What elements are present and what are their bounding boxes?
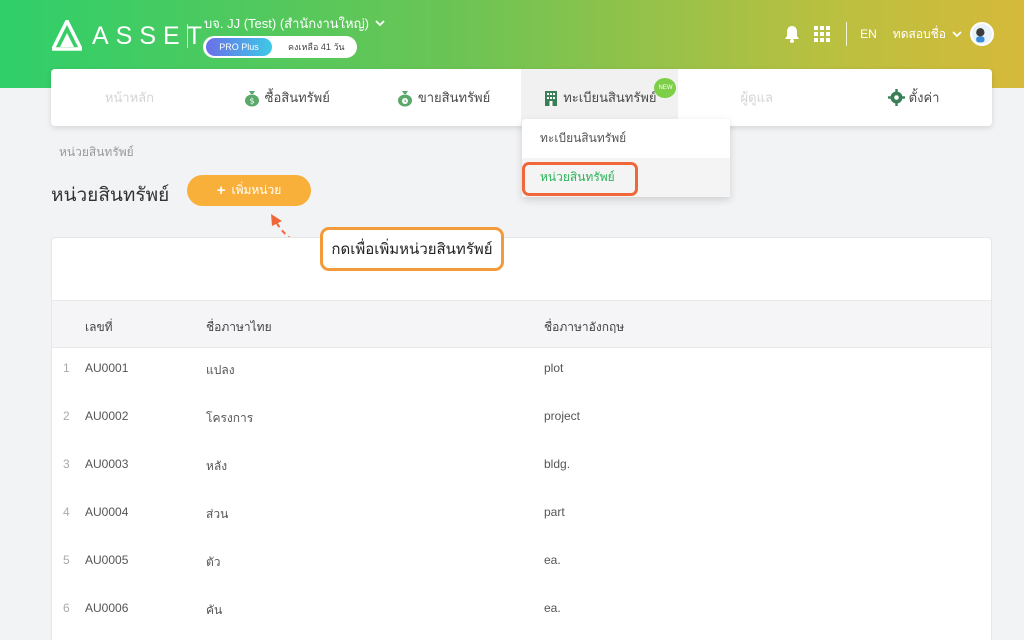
logo[interactable]: ASSET	[52, 20, 209, 52]
company-name: บจ. JJ (Test) (สำนักงานใหญ่)	[204, 16, 369, 31]
row-english-name: part	[544, 505, 565, 519]
nav-item-label: ตั้งค่า	[908, 90, 940, 105]
row-thai-name: หลัง	[206, 459, 228, 473]
page-title: หน่วยสินทรัพย์	[51, 185, 170, 206]
highlight-outline	[522, 162, 638, 196]
table-row[interactable]: 5 AU0005 ตัว ea.	[52, 537, 991, 585]
nav-item-settings[interactable]: ตั้งค่า	[835, 69, 992, 126]
language-toggle[interactable]: EN	[860, 27, 877, 41]
row-code: AU0004	[85, 505, 129, 519]
row-index: 1	[63, 361, 70, 375]
nav-item-label: ซื้อสินทรัพย์	[264, 90, 330, 105]
row-thai-name: ส่วน	[206, 507, 229, 521]
user-menu[interactable]: ทดสอบชื่อ	[893, 25, 962, 44]
svg-text:$: $	[249, 96, 254, 105]
new-badge: NEW	[654, 78, 677, 98]
table-row[interactable]: 3 AU0003 หลัง bldg.	[52, 441, 991, 489]
nav-item-caretaker[interactable]: ผู้ดูแล	[678, 69, 835, 126]
row-code: AU0005	[85, 553, 129, 567]
row-english-name: bldg.	[544, 457, 571, 471]
plan-status: PRO Plus คงเหลือ 41 วัน	[203, 36, 357, 58]
apps-grid-icon[interactable]	[814, 26, 831, 42]
nav-item-label: ทะเบียนสินทรัพย์	[563, 90, 657, 105]
table-row[interactable]: 1 AU0001 แปลง plot	[52, 345, 991, 393]
tooltip-callout: กดเพื่อเพิ่มหน่วยสินทรัพย์	[320, 227, 504, 271]
divider	[846, 22, 848, 46]
chevron-down-icon	[952, 30, 962, 37]
row-index: 4	[63, 505, 70, 519]
plan-remaining: คงเหลือ 41 วัน	[288, 42, 345, 52]
plus-icon: +	[216, 182, 226, 199]
column-header-code[interactable]: เลขที่	[85, 318, 113, 337]
row-index: 5	[63, 553, 70, 567]
company-selector[interactable]: บจ. JJ (Test) (สำนักงานใหญ่)	[204, 13, 385, 34]
row-index: 2	[63, 409, 70, 423]
row-thai-name: โครงการ	[206, 411, 254, 425]
add-unit-button[interactable]: + เพิ่มหน่วย	[187, 175, 311, 206]
divider	[187, 24, 188, 48]
nav-item-buy-assets[interactable]: $ ซื้อสินทรัพย์	[208, 69, 365, 126]
column-header-thai-name[interactable]: ชื่อภาษาไทย	[206, 318, 272, 337]
table-header: เลขที่ ชื่อภาษาไทย ชื่อภาษาอังกฤษ	[52, 300, 991, 348]
chevron-down-icon	[375, 20, 385, 27]
avatar-person-icon	[976, 28, 985, 43]
avatar[interactable]	[970, 22, 994, 46]
add-unit-label: เพิ่มหน่วย	[231, 183, 282, 197]
row-index: 3	[63, 457, 70, 471]
nav-item-label: ผู้ดูแล	[740, 90, 773, 105]
row-thai-name: แปลง	[206, 363, 235, 377]
row-index: 6	[63, 601, 70, 615]
building-icon	[545, 90, 558, 106]
breadcrumb[interactable]: หน่วยสินทรัพย์	[59, 143, 134, 162]
row-code: AU0001	[85, 361, 129, 375]
row-thai-name: ตัว	[206, 555, 221, 569]
asset-units-table: เลขที่ ชื่อภาษาไทย ชื่อภาษาอังกฤษ 1 AU00…	[51, 237, 992, 640]
plan-badge: PRO Plus	[206, 38, 272, 56]
row-english-name: project	[544, 409, 581, 423]
row-code: AU0003	[85, 457, 129, 471]
row-code: AU0006	[85, 601, 129, 615]
user-name: ทดสอบชื่อ	[892, 26, 946, 41]
column-header-english-name[interactable]: ชื่อภาษาอังกฤษ	[544, 318, 624, 337]
nav-item-sell-assets[interactable]: ขายสินทรัพย์	[365, 69, 522, 126]
nav-item-label: หน้าหลัก	[104, 90, 154, 105]
table-row[interactable]: 4 AU0004 ส่วน part	[52, 489, 991, 537]
logo-mark-icon	[52, 20, 82, 51]
dropdown-item-asset-register[interactable]: ทะเบียนสินทรัพย์	[522, 119, 730, 158]
table-row[interactable]: 2 AU0002 โครงการ project	[52, 393, 991, 441]
row-code: AU0002	[85, 409, 129, 423]
money-bag-icon: $	[244, 90, 259, 106]
nav-item-label: ขายสินทรัพย์	[417, 90, 491, 105]
table-row[interactable]: 6 AU0006 คัน ea.	[52, 585, 991, 633]
row-english-name: ea.	[544, 553, 561, 567]
money-bag-clock-icon	[397, 90, 412, 106]
nav-item-asset-register[interactable]: ทะเบียนสินทรัพย์ NEW	[521, 69, 679, 126]
bell-icon[interactable]	[784, 25, 800, 43]
row-thai-name: คัน	[206, 603, 223, 617]
main-nav: หน้าหลัก $ ซื้อสินทรัพย์ ขายสินทรัพย์ ทะ…	[51, 69, 992, 126]
gear-icon	[887, 89, 905, 106]
row-english-name: plot	[544, 361, 564, 375]
nav-item-home[interactable]: หน้าหลัก	[51, 69, 208, 126]
row-english-name: ea.	[544, 601, 561, 615]
logo-text: ASSET	[92, 21, 209, 50]
